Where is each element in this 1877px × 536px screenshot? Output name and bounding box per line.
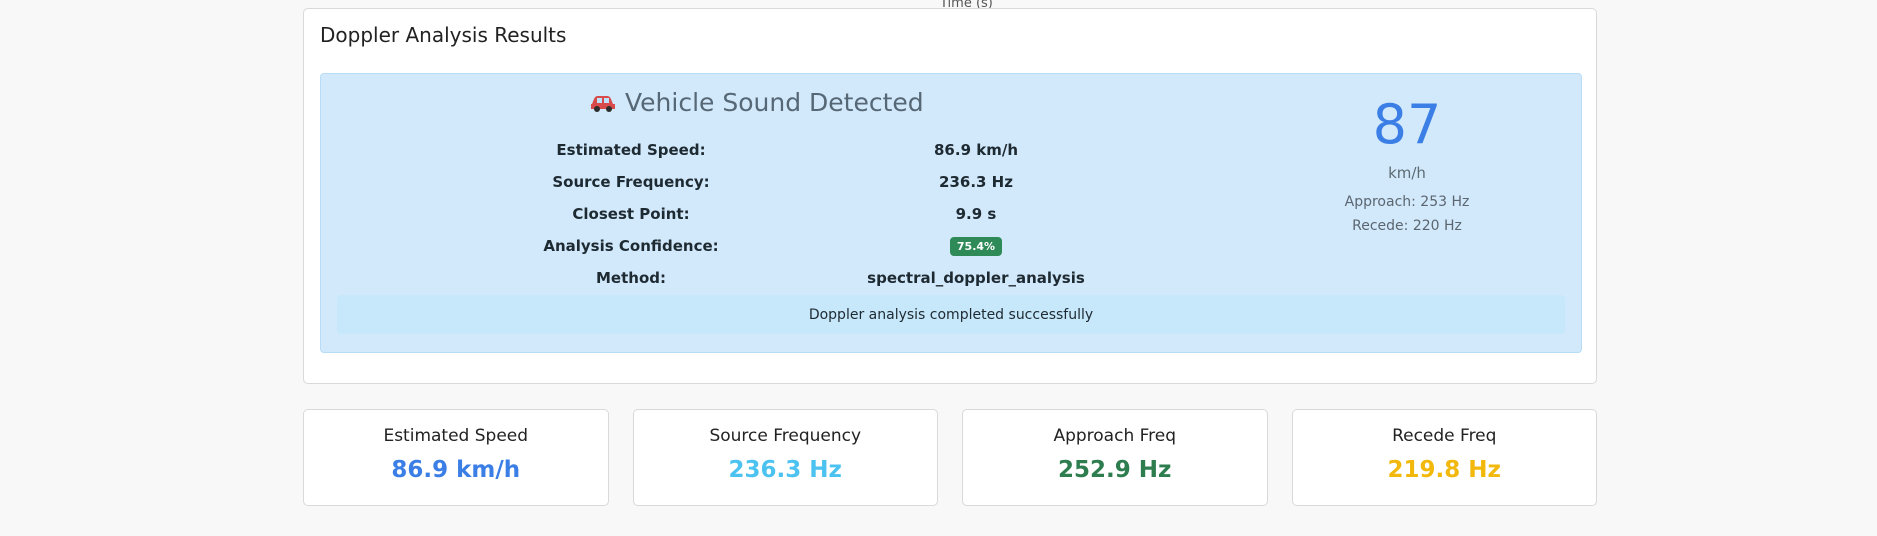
stat-label: Estimated Speed <box>383 426 529 446</box>
stat-value: 219.8 Hz <box>1387 457 1501 483</box>
status-message: Doppler analysis completed successfully <box>337 295 1565 334</box>
speed-readout: 87 km/h Approach: 253 Hz Recede: 220 Hz <box>1325 93 1489 235</box>
analysis-details: Estimated Speed: 86.9 km/h Source Freque… <box>426 134 1146 294</box>
detail-row-method: Method: spectral_doppler_analysis <box>426 262 1146 294</box>
detail-value: 236.3 Hz <box>939 173 1013 191</box>
stat-label: Recede Freq <box>1392 426 1497 446</box>
detail-label: Closest Point: <box>572 205 690 223</box>
vehicle-detected-text: Vehicle Sound Detected <box>625 88 924 117</box>
approach-frequency: Approach: 253 Hz <box>1344 194 1470 210</box>
detail-value: 9.9 s <box>955 205 997 223</box>
stat-card-speed: Estimated Speed 86.9 km/h <box>303 409 609 506</box>
stat-value: 252.9 Hz <box>1058 457 1172 483</box>
detail-row-closest-point: Closest Point: 9.9 s <box>426 198 1146 230</box>
detail-value: spectral_doppler_analysis <box>867 269 1085 287</box>
detail-value-container: 75.4% <box>836 236 1116 256</box>
detail-label: Estimated Speed: <box>556 141 706 159</box>
stat-value: 236.3 Hz <box>728 457 842 483</box>
stats-row: Estimated Speed 86.9 km/h Source Frequen… <box>303 409 1597 506</box>
stat-value: 86.9 km/h <box>391 457 521 483</box>
detail-row-speed: Estimated Speed: 86.9 km/h <box>426 134 1146 166</box>
detail-label: Method: <box>596 269 666 287</box>
car-icon <box>591 95 615 112</box>
detail-value: 86.9 km/h <box>934 141 1018 159</box>
stat-label: Approach Freq <box>1053 426 1177 446</box>
speed-number: 87 <box>1372 93 1442 156</box>
detail-label: Analysis Confidence: <box>543 237 719 255</box>
confidence-badge: 75.4% <box>949 237 1003 256</box>
recede-frequency: Recede: 220 Hz <box>1352 218 1462 234</box>
stat-card-approach: Approach Freq 252.9 Hz <box>962 409 1268 506</box>
results-title: Doppler Analysis Results <box>320 23 567 47</box>
stat-card-recede: Recede Freq 219.8 Hz <box>1291 409 1597 506</box>
stat-label: Source Frequency <box>709 426 862 446</box>
doppler-results-card: Doppler Analysis Results Vehicle Sound D… <box>303 8 1597 384</box>
detail-row-frequency: Source Frequency: 236.3 Hz <box>426 166 1146 198</box>
detail-label: Source Frequency: <box>552 173 710 191</box>
speed-unit: km/h <box>1388 164 1426 182</box>
vehicle-detected-heading: Vehicle Sound Detected <box>589 88 924 117</box>
vehicle-detection-panel: Vehicle Sound Detected Estimated Speed: … <box>320 73 1582 353</box>
stat-card-frequency: Source Frequency 236.3 Hz <box>632 409 938 506</box>
detail-row-confidence: Analysis Confidence: 75.4% <box>426 230 1146 262</box>
